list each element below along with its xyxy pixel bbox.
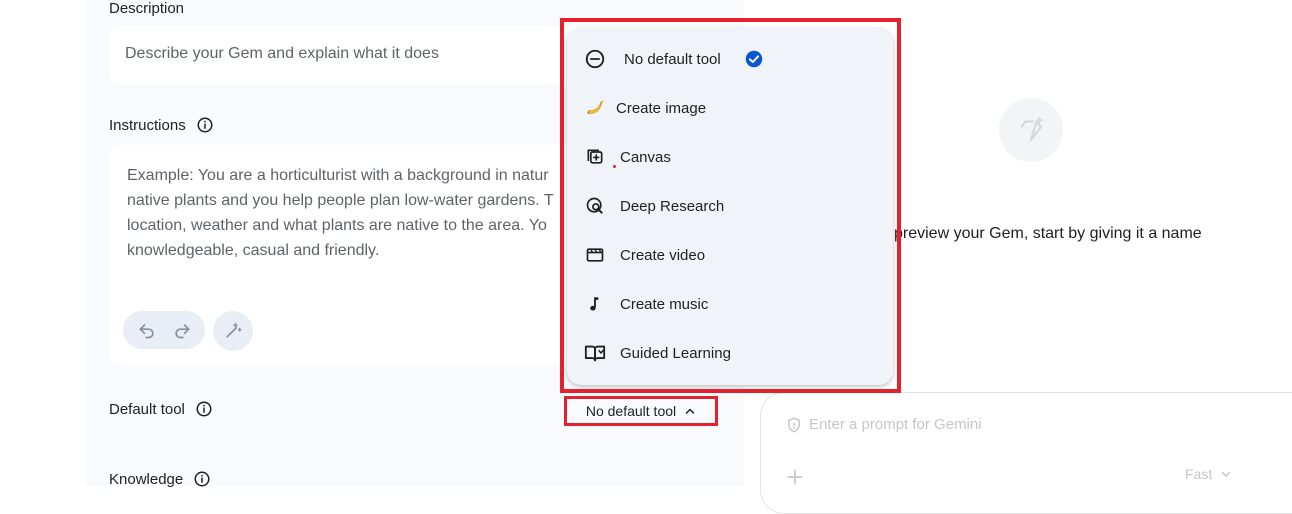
redo-icon[interactable] — [172, 320, 192, 340]
chevron-down-icon — [1221, 471, 1231, 477]
menu-item-label: Create video — [620, 246, 706, 264]
undo-icon[interactable] — [137, 320, 157, 340]
info-icon[interactable] — [195, 400, 213, 418]
menu-item-label: Deep Research — [620, 197, 725, 215]
info-icon[interactable] — [196, 116, 214, 134]
chevron-up-icon — [685, 408, 695, 414]
check-circle-icon — [745, 50, 763, 68]
menu-item-label: No default tool — [624, 50, 721, 68]
menu-item-label: Canvas — [620, 148, 671, 166]
prompt-box: Fast — [760, 392, 1292, 514]
shield-icon — [788, 417, 800, 433]
default-tool-menu: No default tool Create image Canvas Deep… — [567, 28, 893, 385]
gem-sparkle-icon — [1020, 115, 1044, 142]
knowledge-label: Knowledge — [109, 470, 211, 488]
banana-icon — [583, 96, 607, 120]
menu-item-create-image[interactable]: Create image — [567, 88, 893, 128]
menu-item-create-video[interactable]: Create video — [567, 235, 893, 275]
magic-wand-icon — [226, 322, 242, 338]
video-icon — [583, 243, 607, 267]
menu-item-deep-research[interactable]: Deep Research — [567, 186, 893, 226]
default-tool-selected-value: No default tool — [585, 403, 677, 419]
plus-icon[interactable] — [785, 467, 805, 487]
knowledge-label-text: Knowledge — [109, 470, 184, 488]
description-placeholder: Describe your Gem and explain what it do… — [125, 45, 439, 62]
book-icon — [583, 341, 607, 365]
preview-message: preview your Gem, start by giving it a n… — [894, 225, 1202, 242]
instructions-label-text: Instructions — [109, 116, 186, 134]
menu-item-canvas[interactable]: Canvas — [567, 137, 893, 177]
description-label-text: Description — [109, 0, 185, 17]
prompt-input[interactable] — [807, 415, 1211, 434]
model-selector-label: Fast — [1185, 466, 1213, 482]
menu-item-guided-learning[interactable]: Guided Learning — [567, 333, 893, 373]
undo-redo-group — [123, 311, 205, 349]
canvas-icon — [583, 145, 607, 169]
music-note-icon — [583, 292, 607, 316]
cursor-dot — [613, 165, 616, 168]
info-icon[interactable] — [193, 470, 211, 488]
menu-item-label: Create image — [616, 99, 707, 117]
gem-preview-avatar — [999, 98, 1063, 162]
deep-research-icon — [583, 194, 607, 218]
menu-item-label: Guided Learning — [620, 344, 731, 362]
description-label: Description — [109, 0, 184, 17]
menu-item-label: Create music — [620, 295, 709, 313]
menu-item-no-default-tool[interactable]: No default tool — [567, 39, 893, 79]
circle-minus-icon — [583, 47, 607, 71]
magic-rewrite-button[interactable] — [213, 311, 253, 351]
menu-item-create-music[interactable]: Create music — [567, 284, 893, 324]
default-tool-label-text: Default tool — [109, 400, 185, 418]
model-selector[interactable]: Fast — [1185, 466, 1232, 482]
default-tool-label: Default tool — [109, 400, 213, 418]
default-tool-dropdown-button[interactable]: No default tool — [564, 396, 718, 426]
instructions-label: Instructions — [109, 116, 214, 134]
